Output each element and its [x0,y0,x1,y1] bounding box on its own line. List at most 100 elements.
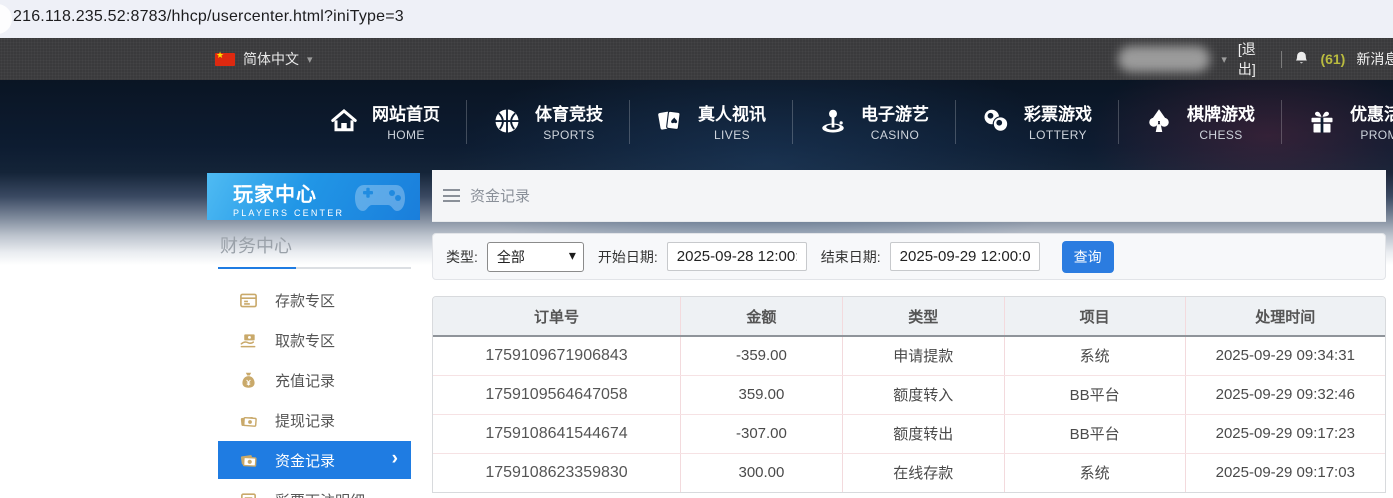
china-flag-icon [215,50,235,66]
table-header-cell: 项目 [1003,297,1186,337]
account-bar: 简体中文 ▾ ▾ [退出] (61) 新消息 [0,38,1393,80]
cell-amount: 359.00 [680,375,843,415]
sidebar-menu-item[interactable]: 资金记录 [218,441,411,479]
section-underline [218,267,411,269]
cell-project: BB平台 [1003,414,1186,454]
nav-item-label-zh: 优惠活动 [1350,105,1393,124]
cell-type: 申请提款 [841,336,1005,376]
nav-item-label-en: HOME [387,128,425,142]
cell-processed-time: 2025-09-29 09:34:31 [1184,336,1385,376]
nav-item[interactable]: 电子游艺 CASINO [792,88,955,154]
nav-item[interactable]: 棋牌游戏 CHESS [1118,88,1281,154]
account-controls: ▾ [退出] (61) 新消息 [1118,38,1393,80]
chevron-down-icon: ▾ [307,53,313,66]
cell-amount: -359.00 [680,336,843,376]
table-row[interactable]: 1759109564647058 359.00 额度转入 BB平台 2025-0… [433,375,1385,415]
divider [1280,50,1282,68]
sidebar-menu-item[interactable]: 存款专区 [218,280,411,320]
table-header-cell: 金额 [680,297,843,337]
nav-item[interactable]: 网站首页 HOME [303,88,466,154]
nav-item-label-en: LIVES [713,128,751,142]
nav-item[interactable]: 真人视讯 LIVES [629,88,792,154]
cell-amount: -307.00 [680,414,843,454]
table-row[interactable]: 1759108641544674 -307.00 额度转出 BB平台 2025-… [433,414,1385,454]
sidebar-section-title: 财务中心 [220,236,292,256]
nav-item[interactable]: 优惠活动 PROMO [1281,88,1393,154]
table-header-row: 订单号 金额 类型 项目 处理时间 [433,297,1385,337]
cell-order-number: 1759108623359830 [485,463,628,481]
type-select[interactable]: 全部 [486,241,584,272]
sidebar: 财务中心 存款专区 取款专区 充值记录 提现记录 资金记录 › [218,222,411,498]
address-bar-pill [0,4,12,34]
nav-item-label-en: CHESS [1199,128,1243,142]
funds-record-table: 订单号 金额 类型 项目 处理时间 1759109671906843 -359.00 申… [432,296,1386,493]
sidebar-item-label: 取款专区 [275,332,336,350]
gamepad-icon [355,185,405,211]
cards-icon [655,106,685,136]
cell-order-number: 1759109564647058 [433,375,681,415]
cell-project: BB平台 [1003,375,1186,415]
cell-processed-time: 2025-09-29 09:17:23 [1184,414,1385,454]
cell-type: 额度转入 [841,375,1005,415]
spade-icon [1144,106,1174,136]
start-date-label: 开始日期: [597,248,658,265]
chevron-down-icon[interactable]: ▾ [1221,53,1227,66]
language-label: 简体中文 [243,51,299,67]
nav-item[interactable]: 体育竞技 SPORTS [466,88,629,154]
sidebar-menu-item[interactable]: 充值记录 [218,360,411,400]
search-button[interactable]: 查询 [1061,240,1114,273]
nav-item-label-zh: 彩票游戏 [1024,105,1092,124]
cell-amount: 300.00 [680,453,843,492]
table-header-cell: 处理时间 [1184,297,1385,337]
filter-bar: 类型: 全部 开始日期: 结束日期: 查询 [432,233,1386,280]
players-center-header[interactable]: 玩家中心 PLAYERS CENTER [207,173,420,220]
end-date-input[interactable] [889,242,1040,271]
nav-item-label-en: PROMO [1360,128,1393,142]
cell-type: 在线存款 [841,453,1005,492]
table-header-cell: 类型 [841,297,1005,337]
browser-url-bar: 216.118.235.52:8783/hhcp/usercenter.html… [0,0,1393,38]
username-redacted[interactable] [1118,46,1211,72]
withdraw-icon [239,331,258,350]
breadcrumb: 资金记录 [432,170,1386,222]
nav-item-label-zh: 电子游艺 [861,105,929,124]
sidebar-menu-item[interactable]: 提现记录 [218,400,411,440]
sidebar-item-label: 充值记录 [275,372,336,390]
type-label: 类型: [446,248,478,265]
cell-processed-time: 2025-09-29 09:32:46 [1184,375,1385,415]
breadcrumb-title: 资金记录 [470,188,531,205]
lottery-balls-icon [981,106,1011,136]
start-date-input[interactable] [666,242,807,271]
main-nav: 网站首页 HOME 体育竞技 SPORTS 真人视讯 LIVES 电子游艺 CA… [303,88,1393,154]
cell-order-number: 1759108641544674 [433,414,681,454]
gift-icon [1307,106,1337,136]
type-select-wrap: 全部 [486,241,584,272]
cell-project: 系统 [1003,453,1186,492]
sidebar-item-label: 提现记录 [275,412,336,430]
bell-icon[interactable] [1293,50,1310,69]
nav-item-label-en: SPORTS [543,128,595,142]
withdrawal-record-icon [239,411,258,430]
logout-link[interactable]: [退出] [1238,39,1270,79]
table-row[interactable]: 1759109671906843 -359.00 申请提款 系统 2025-09… [433,336,1385,376]
page: 216.118.235.52:8783/hhcp/usercenter.html… [0,0,1393,498]
sidebar-menu-item[interactable]: 彩票下注明细 [218,480,411,498]
bet-details-icon [239,491,258,498]
hamburger-icon[interactable] [443,189,460,202]
page-url[interactable]: 216.118.235.52:8783/hhcp/usercenter.html… [13,8,404,26]
table-row[interactable]: 1759108623359830 300.00 在线存款 系统 2025-09-… [433,453,1385,492]
table-header-cell: 订单号 [433,297,681,337]
nav-item-label-en: CASINO [870,128,920,142]
end-date-label: 结束日期: [820,248,881,265]
new-messages-link[interactable]: 新消息 [1356,49,1393,69]
nav-item-label-en: LOTTERY [1029,128,1087,142]
funds-record-icon [239,451,258,470]
cell-project: 系统 [1003,336,1186,376]
nav-item-label-zh: 棋牌游戏 [1187,105,1255,124]
language-selector[interactable]: 简体中文 ▾ [215,38,313,80]
cell-processed-time: 2025-09-29 09:17:03 [1184,453,1385,492]
message-count-badge[interactable]: (61) [1320,51,1345,67]
home-icon [329,106,359,136]
nav-item[interactable]: 彩票游戏 LOTTERY [955,88,1118,154]
sidebar-menu-item[interactable]: 取款专区 [218,320,411,360]
